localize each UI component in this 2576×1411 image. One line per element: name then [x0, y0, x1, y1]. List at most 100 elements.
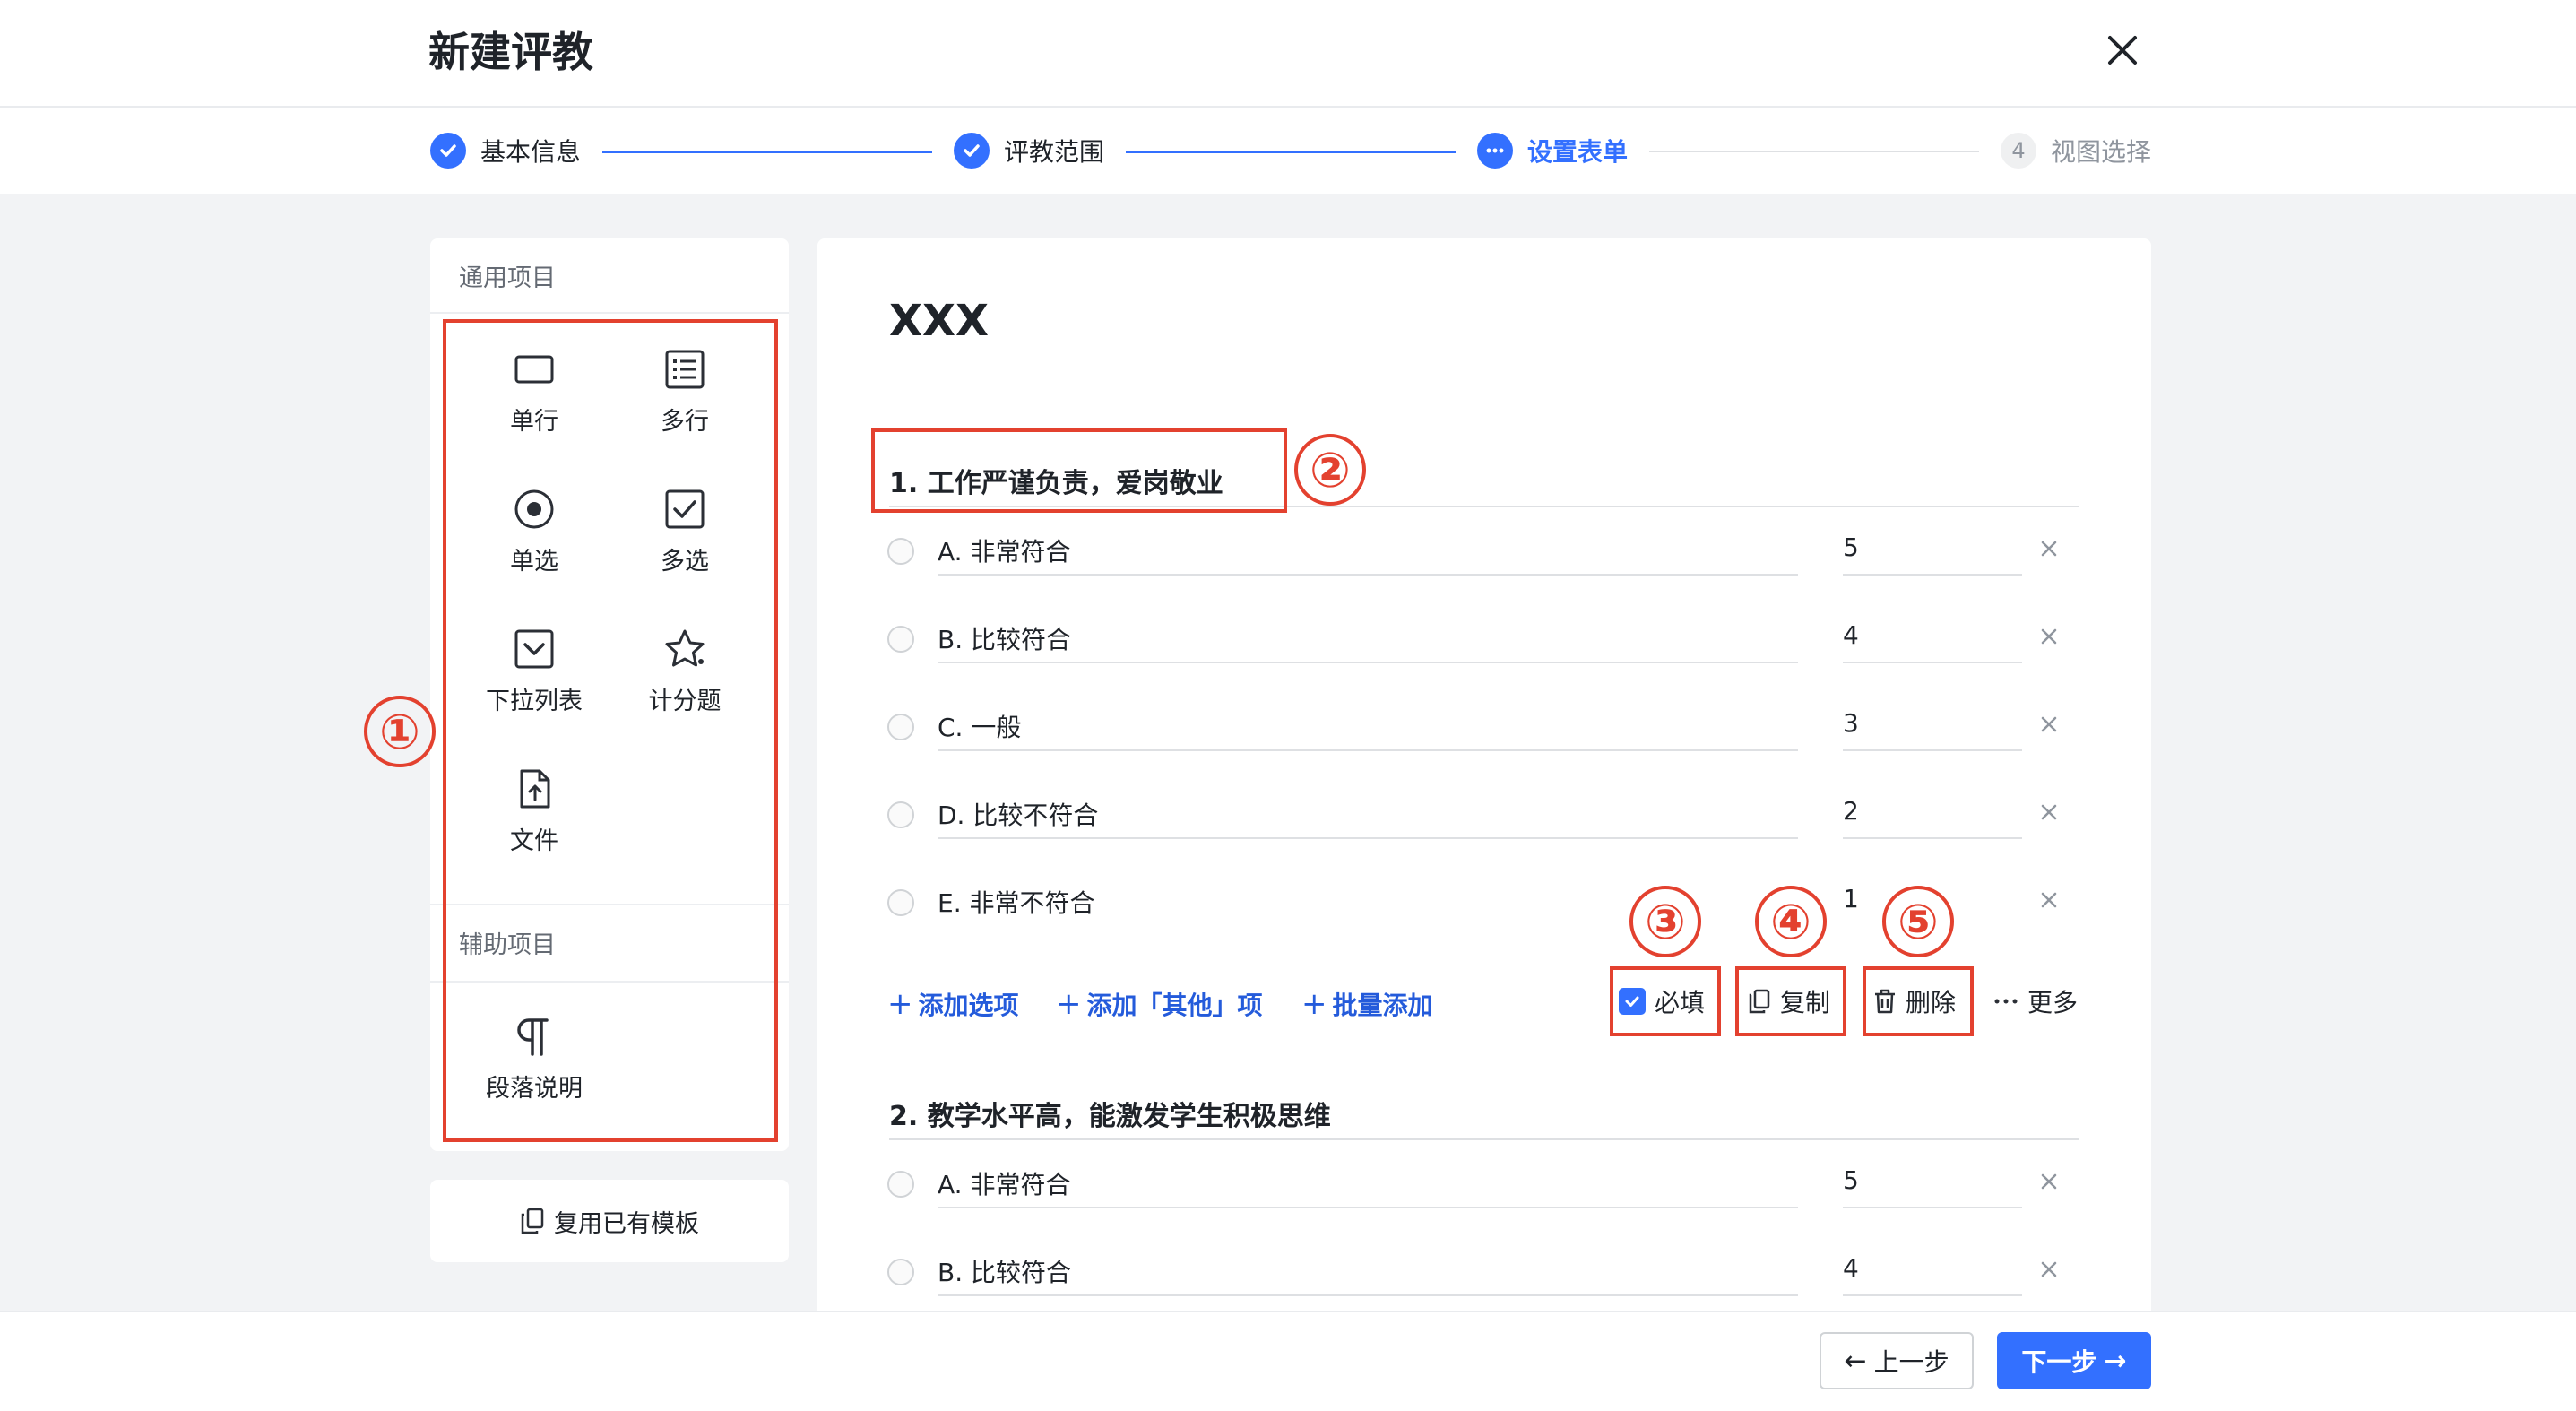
close-icon[interactable]: [2103, 30, 2142, 70]
step-scope[interactable]: 评教范围: [954, 131, 1104, 170]
question-underline: [889, 1138, 2079, 1140]
close-icon[interactable]: [2038, 1259, 2060, 1280]
reuse-template-label: 复用已有模板: [554, 1209, 699, 1238]
close-icon[interactable]: [2038, 626, 2060, 647]
page-title: 新建评教: [428, 28, 593, 76]
step-view-select[interactable]: 4 视图选择: [2001, 131, 2151, 170]
divider: [430, 312, 789, 314]
option-text[interactable]: B. 比较符合: [938, 1253, 1071, 1289]
option-text[interactable]: C. 一般: [938, 708, 1021, 744]
batch-add-label: 批量添加: [1332, 991, 1433, 1020]
option-text[interactable]: E. 非常不符合: [938, 884, 1095, 920]
close-icon[interactable]: [2038, 889, 2060, 911]
add-option-label: 添加选项: [918, 991, 1019, 1020]
option-text[interactable]: A. 非常符合: [938, 1165, 1070, 1201]
annotation-callout-3: ③: [1629, 886, 1701, 957]
option-score[interactable]: 5: [1843, 1165, 1859, 1195]
annotation-callout-2: ②: [1294, 434, 1366, 506]
batch-add-link[interactable]: + 批量添加: [1301, 986, 1433, 1022]
form-title[interactable]: XXX: [889, 296, 989, 346]
copy-icon: [521, 1208, 544, 1234]
option-text[interactable]: D. 比较不符合: [938, 796, 1098, 832]
option-score[interactable]: 4: [1843, 1253, 1859, 1283]
option-score[interactable]: 4: [1843, 620, 1859, 650]
step-basic-info[interactable]: 基本信息: [430, 131, 581, 170]
option-row[interactable]: C. 一般 3: [887, 701, 2070, 760]
option-score[interactable]: 5: [1843, 532, 1859, 562]
option-underline: [938, 1294, 1798, 1296]
close-icon[interactable]: [2038, 538, 2060, 559]
annotation-callout-5: ⑤: [1882, 886, 1954, 957]
more-label: 更多: [2027, 988, 2079, 1017]
plus-icon: +: [1301, 986, 1327, 1022]
arrow-right-icon: →: [2104, 1345, 2127, 1377]
annotation-box-widgets: [443, 319, 778, 1142]
option-row[interactable]: A. 非常符合 5: [887, 525, 2070, 584]
option-text[interactable]: A. 非常符合: [938, 532, 1070, 568]
plus-icon: +: [887, 986, 913, 1022]
arrow-left-icon: ←: [1844, 1345, 1867, 1377]
add-option-link[interactable]: + 添加选项: [887, 986, 1019, 1022]
question-title[interactable]: 2. 教学水平高，能激发学生积极思维: [889, 1094, 1331, 1133]
option-score[interactable]: 1: [1843, 884, 1859, 913]
score-underline: [1843, 1207, 2022, 1208]
step-label: 评教范围: [1004, 137, 1105, 167]
step-number: 4: [2001, 133, 2036, 169]
annotation-callout-4: ④: [1755, 886, 1827, 957]
option-text[interactable]: B. 比较符合: [938, 620, 1071, 656]
step-form-settings[interactable]: 设置表单: [1477, 131, 1628, 170]
annotation-box-required: [1610, 966, 1721, 1036]
annotation-callout-1: ①: [364, 696, 436, 767]
reuse-template-button[interactable]: 复用已有模板: [430, 1180, 789, 1262]
step-connector: [602, 151, 932, 153]
next-step-button[interactable]: 下一步 →: [1997, 1332, 2151, 1389]
option-underline: [938, 662, 1798, 663]
header: 新建评教 基本信息 评教范围 设置表单 4 视图选择: [0, 0, 2576, 194]
check-circle-icon: [954, 133, 990, 169]
more-button[interactable]: 更多: [1993, 981, 2078, 1022]
radio-button[interactable]: [887, 626, 914, 653]
close-icon[interactable]: [2038, 801, 2060, 823]
option-underline: [938, 574, 1798, 576]
footer: [0, 1311, 2576, 1411]
prev-step-button[interactable]: ← 上一步: [1820, 1332, 1974, 1389]
step-label: 设置表单: [1527, 137, 1629, 167]
option-row[interactable]: B. 比较符合 4: [887, 613, 2070, 672]
group-title-common: 通用项目: [459, 264, 556, 292]
add-other-link[interactable]: + 添加「其他」项: [1056, 986, 1263, 1022]
check-circle-icon: [430, 133, 466, 169]
next-step-label: 下一步: [2021, 1347, 2097, 1377]
option-row[interactable]: D. 比较不符合 2: [887, 789, 2070, 848]
header-divider: [0, 106, 2576, 108]
option-row[interactable]: A. 非常符合 5: [887, 1158, 2070, 1217]
score-underline: [1843, 574, 2022, 576]
score-underline: [1843, 662, 2022, 663]
radio-button[interactable]: [887, 801, 914, 828]
radio-button[interactable]: [887, 714, 914, 740]
more-dots-icon: [1994, 999, 2018, 1004]
option-row[interactable]: B. 比较符合 4: [887, 1246, 2070, 1305]
option-score[interactable]: 3: [1843, 708, 1859, 738]
more-dots-icon: [1477, 133, 1513, 169]
step-connector: [1649, 151, 1979, 152]
radio-button[interactable]: [887, 1259, 914, 1285]
add-other-label: 添加「其他」项: [1086, 991, 1263, 1020]
option-score[interactable]: 2: [1843, 796, 1859, 826]
score-underline: [1843, 749, 2022, 751]
radio-button[interactable]: [887, 538, 914, 565]
option-underline: [938, 749, 1798, 751]
radio-button[interactable]: [887, 889, 914, 916]
step-label: 视图选择: [2051, 137, 2152, 167]
annotation-box-question-title: [871, 428, 1287, 513]
step-connector: [1126, 151, 1456, 153]
score-underline: [1843, 1294, 2022, 1296]
radio-button[interactable]: [887, 1171, 914, 1198]
step-label: 基本信息: [480, 137, 582, 167]
close-icon[interactable]: [2038, 714, 2060, 735]
plus-icon: +: [1056, 986, 1082, 1022]
score-underline: [1843, 837, 2022, 839]
annotation-box-copy: [1735, 966, 1846, 1036]
close-icon[interactable]: [2038, 1171, 2060, 1192]
prev-step-label: 上一步: [1873, 1347, 1949, 1377]
option-underline: [938, 1207, 1798, 1208]
